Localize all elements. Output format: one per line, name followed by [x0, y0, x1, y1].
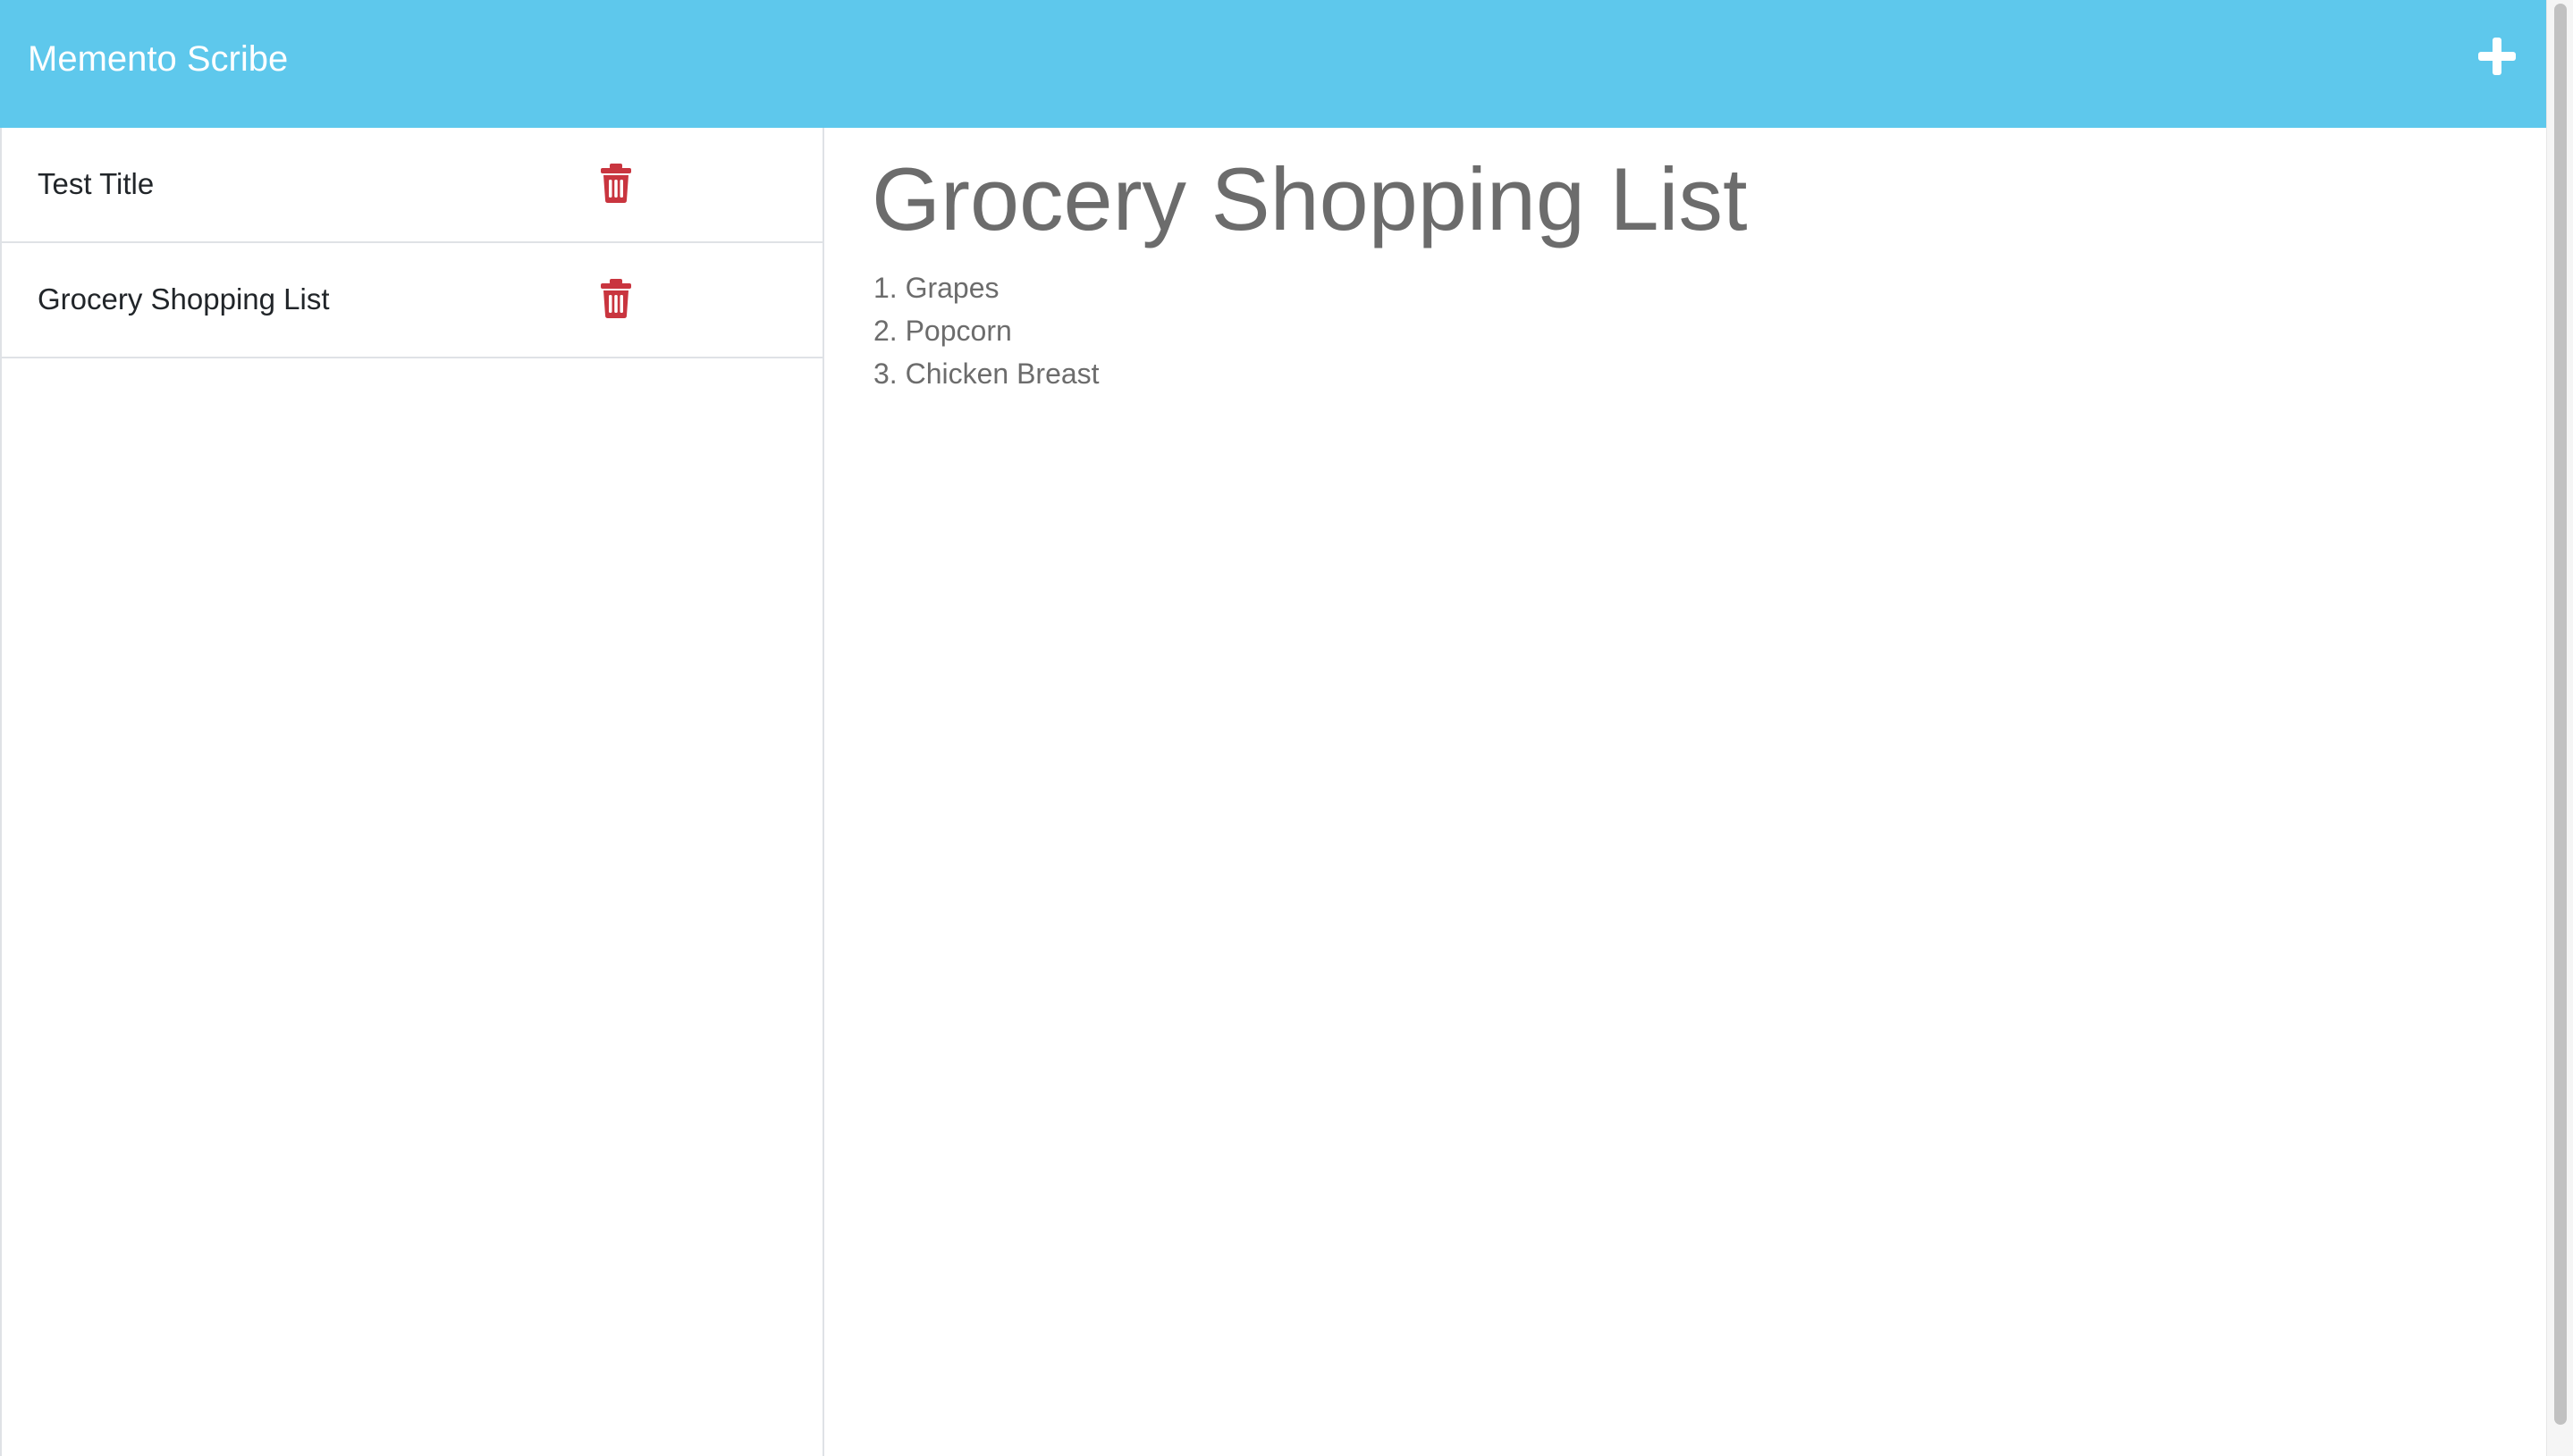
trash-icon [601, 164, 631, 203]
vertical-scrollbar[interactable] [2546, 0, 2573, 1456]
delete-note-button[interactable] [599, 279, 633, 318]
top-navbar: Memento Scribe [0, 0, 2546, 128]
note-title[interactable]: Grocery Shopping List [872, 146, 1748, 253]
plus-icon [2478, 38, 2516, 75]
note-list-item[interactable]: Grocery Shopping List [2, 243, 824, 358]
trash-icon [601, 279, 631, 318]
note-body[interactable]: 1. Grapes 2. Popcorn 3. Chicken Breast [873, 266, 1100, 395]
add-note-button[interactable] [2476, 36, 2518, 77]
note-list-item[interactable]: Test Title [2, 128, 824, 243]
scrollbar-thumb[interactable] [2554, 4, 2567, 1425]
notes-sidebar: Test Title Grocery Shopping List [0, 128, 824, 1456]
delete-note-button[interactable] [599, 164, 633, 203]
note-list-item-title: Grocery Shopping List [38, 282, 330, 316]
note-list-item-title: Test Title [38, 167, 155, 200]
note-view: Grocery Shopping List 1. Grapes 2. Popco… [824, 128, 2546, 1456]
app-title: Memento Scribe [28, 39, 289, 79]
app-window: Memento Scribe Test Title Grocery Shoppi… [0, 0, 2546, 1456]
